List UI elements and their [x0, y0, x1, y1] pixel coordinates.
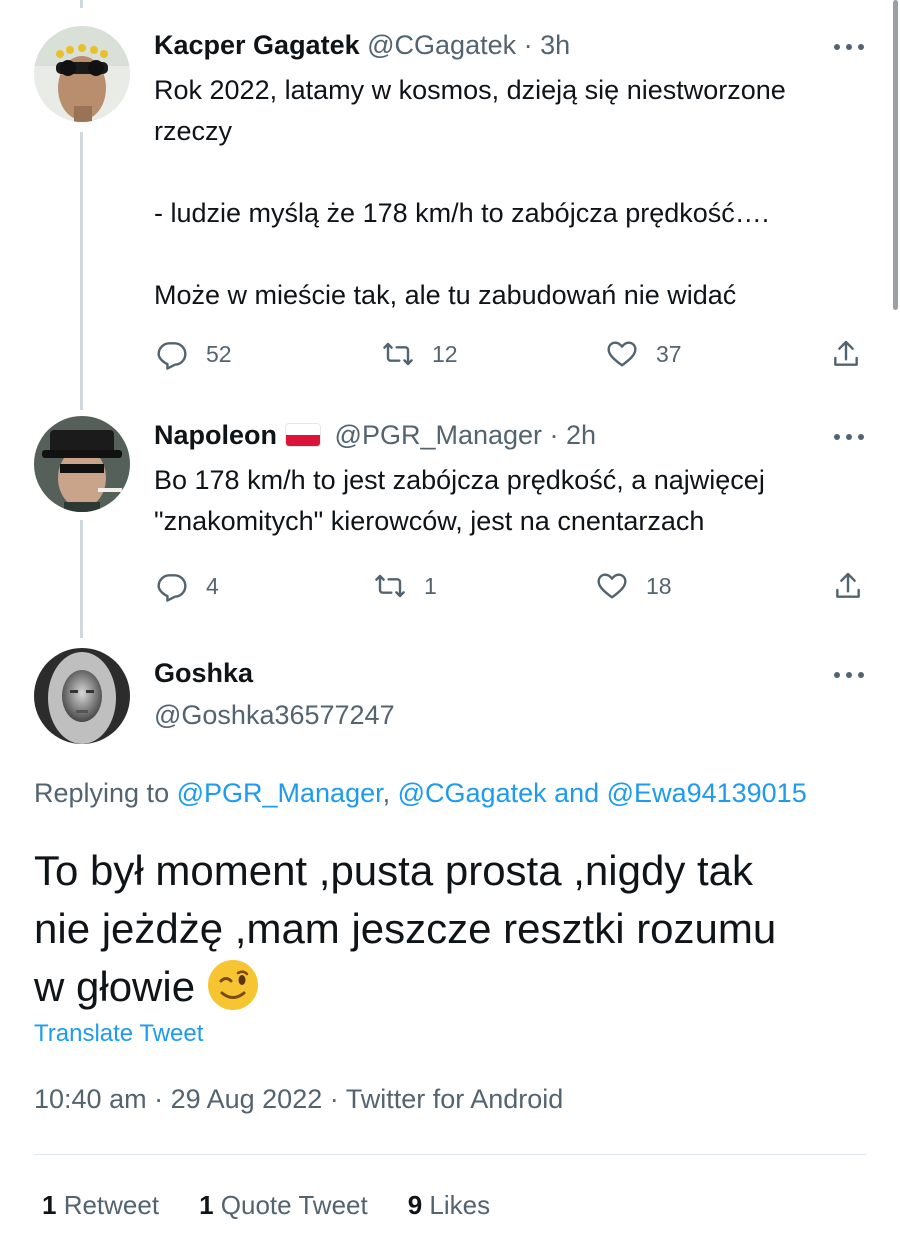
reply-count: 4: [206, 572, 219, 599]
engagement-stats: 1 Retweet 1 Quote Tweet 9 Likes: [42, 1190, 530, 1221]
heart-icon: [607, 341, 637, 367]
reply-icon: [157, 574, 187, 602]
tweet-text-line: rzeczy: [154, 116, 233, 146]
share-icon: [834, 340, 858, 366]
retweet-count: 1: [424, 572, 437, 599]
tweet-text-line: w głowie: [34, 963, 196, 1010]
tweet-header: Napoleon @PGR_Manager · 2h: [154, 420, 596, 451]
quotes-count: 1: [199, 1190, 214, 1220]
avatar[interactable]: [34, 648, 130, 744]
tweet-text: Bo 178 km/h to jest zabójcza prędkość, a…: [154, 460, 765, 542]
scrollbar[interactable]: [893, 0, 898, 310]
thread-line: [80, 0, 83, 8]
quotes-label: Quote Tweet: [213, 1190, 368, 1220]
display-name[interactable]: Goshka: [154, 658, 253, 688]
avatar[interactable]: [34, 26, 130, 122]
like-button[interactable]: 18: [596, 566, 672, 606]
retweets-count: 1: [42, 1190, 57, 1220]
tweet-header: Goshka: [154, 658, 253, 689]
retweets-stat[interactable]: 1 Retweet: [42, 1190, 159, 1221]
likes-count: 9: [407, 1190, 423, 1220]
reply-button[interactable]: 52: [156, 334, 232, 374]
share-button[interactable]: [832, 566, 864, 606]
tweet-text-line: nie jeżdżę ,mam jeszcze resztki rozumu: [34, 905, 777, 952]
mention-link[interactable]: @PGR_Manager: [177, 778, 383, 808]
display-name[interactable]: Kacper Gagatek: [154, 30, 360, 60]
tweet-text-line: - ludzie myślą że 178 km/h to zabójcza p…: [154, 198, 770, 228]
retweet-button[interactable]: 1: [374, 566, 437, 606]
more-icon[interactable]: [834, 670, 864, 680]
translate-tweet-link[interactable]: Translate Tweet: [34, 1020, 203, 1048]
more-icon[interactable]: [834, 432, 864, 442]
share-button[interactable]: [830, 334, 862, 374]
mention-link[interactable]: @CGagatek and @Ewa94139015: [398, 778, 807, 808]
poland-flag-icon: [285, 423, 322, 447]
reply-count: 52: [206, 340, 232, 367]
tweet-text: Rok 2022, latamy w kosmos, dzieją się ni…: [154, 70, 786, 316]
share-icon: [836, 572, 860, 598]
thread-line: [80, 520, 83, 638]
divider: [34, 1154, 866, 1155]
retweet-count: 12: [432, 340, 458, 367]
winking-face-emoji: [207, 960, 258, 1010]
handle[interactable]: @Goshka36577247: [154, 700, 395, 730]
avatar[interactable]: [34, 416, 130, 512]
more-icon[interactable]: [834, 42, 864, 52]
tweet-header: Kacper Gagatek @CGagatek · 3h: [154, 30, 570, 61]
like-count: 37: [656, 340, 682, 367]
handle-time[interactable]: @CGagatek · 3h: [367, 30, 570, 60]
replying-separator: ,: [382, 778, 398, 808]
replying-label: Replying to: [34, 778, 177, 808]
tweet-text-line: Może w mieście tak, ale tu zabudowań nie…: [154, 280, 737, 310]
tweet-text: To był moment ,pusta prosta ,nigdy tak n…: [34, 842, 874, 1016]
reply-icon: [157, 342, 187, 370]
quotes-stat[interactable]: 1 Quote Tweet: [199, 1190, 368, 1221]
reply-button[interactable]: 4: [156, 566, 219, 606]
retweet-icon: [383, 342, 413, 366]
replying-to: Replying to @PGR_Manager, @CGagatek and …: [34, 778, 807, 809]
tweet-text-line: Rok 2022, latamy w kosmos, dzieją się ni…: [154, 75, 786, 105]
handle-row: @Goshka36577247: [154, 700, 395, 731]
tweet-text-line: "znakomitych" kierowców, jest na cnentar…: [154, 506, 705, 536]
tweet-text-line: To był moment ,pusta prosta ,nigdy tak: [34, 847, 754, 894]
timestamp[interactable]: 10:40 am · 29 Aug 2022 · Twitter for And…: [34, 1084, 563, 1115]
display-name[interactable]: Napoleon: [154, 420, 277, 450]
like-count: 18: [646, 572, 672, 599]
like-button[interactable]: 37: [606, 334, 682, 374]
tweet-text-line: Bo 178 km/h to jest zabójcza prędkość, a…: [154, 465, 765, 495]
likes-label: Likes: [422, 1190, 491, 1220]
thread-line: [80, 132, 83, 410]
likes-stat[interactable]: 9 Likes: [408, 1190, 490, 1221]
handle-time[interactable]: @PGR_Manager · 2h: [335, 420, 597, 450]
retweet-icon: [375, 574, 405, 598]
retweet-button[interactable]: 12: [382, 334, 458, 374]
retweets-label: Retweet: [56, 1190, 160, 1220]
heart-icon: [597, 573, 627, 599]
